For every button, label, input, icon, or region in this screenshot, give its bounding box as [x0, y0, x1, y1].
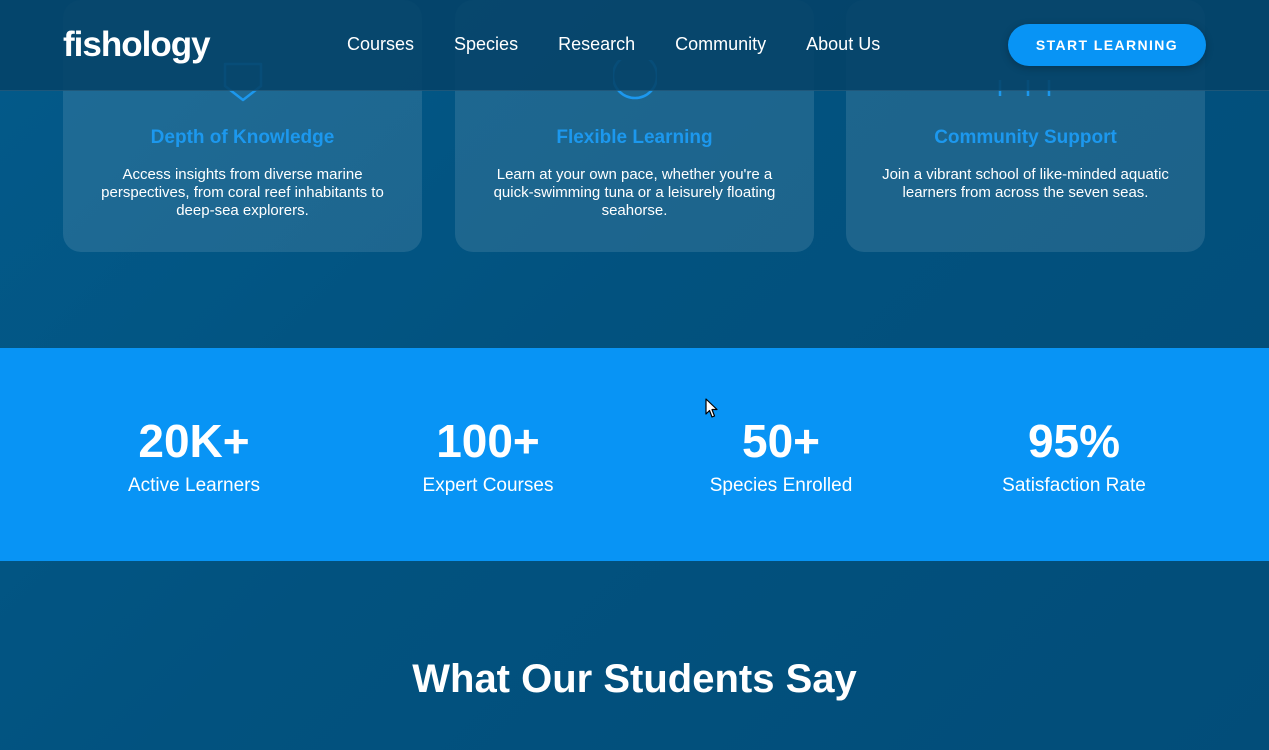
- feature-description: Learn at your own pace, whether you're a…: [493, 166, 776, 219]
- stat-value: 50+: [741, 415, 821, 467]
- stat-value: 95%: [1027, 415, 1121, 467]
- page: Depth of Knowledge Access insights from …: [0, 0, 1269, 750]
- testimonials-title: What Our Students Say: [412, 657, 857, 701]
- site-header: fishology Courses Species Research Commu…: [0, 0, 1269, 91]
- nav-courses[interactable]: Courses: [347, 34, 414, 55]
- stat-value: 20K+: [138, 415, 250, 467]
- feature-title: Flexible Learning: [556, 127, 713, 148]
- feature-title: Community Support: [934, 127, 1117, 148]
- nav-species[interactable]: Species: [454, 34, 518, 55]
- nav-community[interactable]: Community: [675, 34, 766, 55]
- main-nav: Courses Species Research Community About…: [347, 34, 920, 55]
- mouse-cursor-icon: [705, 398, 719, 424]
- feature-title: Depth of Knowledge: [150, 127, 335, 148]
- feature-description: Access insights from diverse marine pers…: [101, 166, 384, 219]
- nav-about-us[interactable]: About Us: [806, 34, 880, 55]
- stat-label: Satisfaction Rate: [1002, 475, 1146, 496]
- stat-value: 100+: [436, 415, 540, 467]
- nav-research[interactable]: Research: [558, 34, 635, 55]
- feature-description: Join a vibrant school of like-minded aqu…: [882, 166, 1169, 201]
- stat-label: Species Enrolled: [709, 475, 853, 496]
- stat-label: Active Learners: [127, 475, 260, 496]
- start-learning-button[interactable]: START LEARNING: [1008, 24, 1206, 66]
- logo[interactable]: fishology: [63, 25, 211, 65]
- stat-label: Expert Courses: [422, 475, 554, 496]
- stats-band: 20K+ Active Learners 100+ Expert Courses…: [0, 348, 1269, 561]
